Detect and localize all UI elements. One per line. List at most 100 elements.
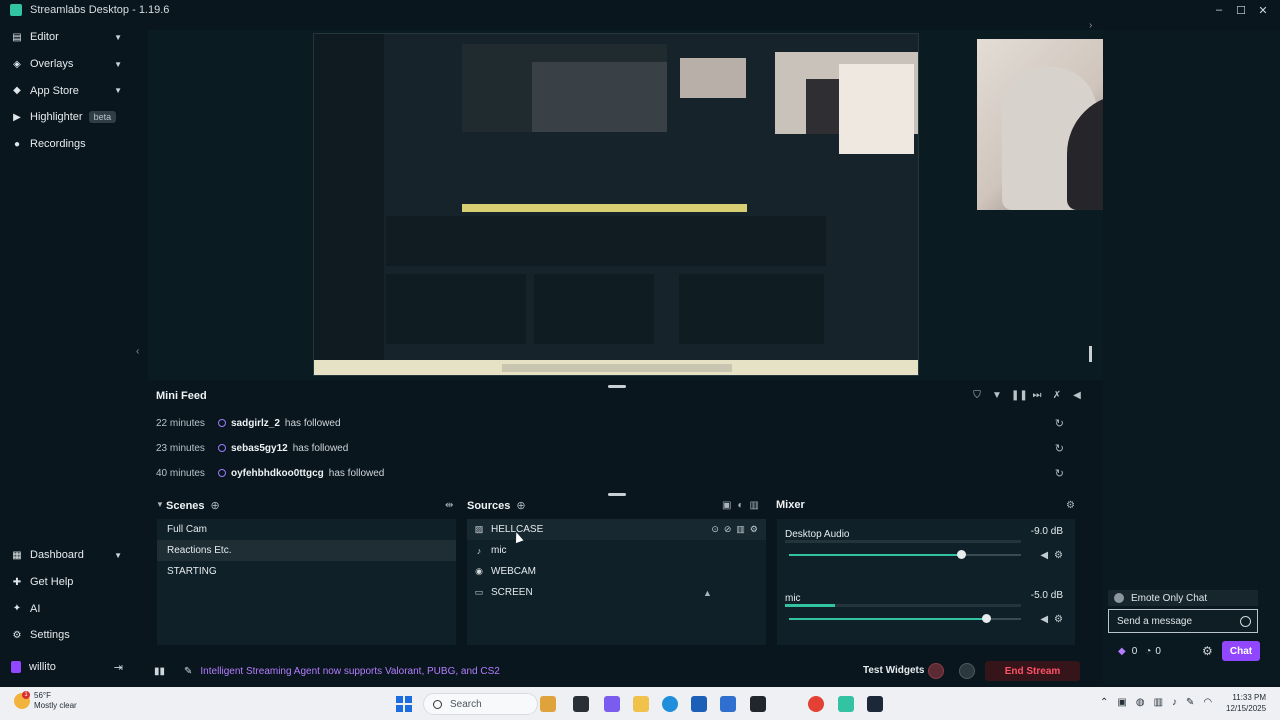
user-account[interactable]: willito ⇥ bbox=[0, 654, 133, 680]
scene-item-active[interactable]: Reactions Etc. bbox=[157, 540, 456, 561]
channel-points-icon[interactable]: ◆ bbox=[1118, 646, 1126, 657]
collapse-scenes-icon[interactable]: ▼ bbox=[156, 500, 164, 509]
pen-icon[interactable]: ✎ bbox=[1186, 697, 1194, 708]
record-button[interactable] bbox=[928, 663, 944, 679]
resize-handle[interactable] bbox=[1089, 346, 1092, 362]
wifi-icon[interactable]: ◠ bbox=[1203, 697, 1212, 708]
close-button[interactable]: ✕ bbox=[1252, 4, 1274, 17]
scene-item[interactable]: STARTING bbox=[157, 561, 456, 582]
chat-settings-icon[interactable]: ⚙ bbox=[1202, 644, 1213, 658]
event-user[interactable]: sebas5gy12 bbox=[231, 443, 288, 454]
add-source-button[interactable]: ⊕ bbox=[516, 500, 525, 512]
lock-icon[interactable]: ▲ bbox=[703, 588, 712, 598]
chevron-down-icon[interactable]: ▼ bbox=[114, 33, 122, 42]
scene-transitions-icon[interactable]: ⇹ bbox=[445, 500, 453, 511]
scene-item[interactable]: Full Cam bbox=[157, 519, 456, 540]
terminal-icon[interactable] bbox=[750, 696, 766, 712]
replay-buffer-button[interactable] bbox=[959, 663, 975, 679]
speaker-icon[interactable]: ◀ bbox=[1040, 550, 1048, 561]
mini-feed-toolbar: ⛉ ▼ ❚❚ ⏭ ✗ ◀ bbox=[971, 390, 1083, 401]
sidebar-item-settings[interactable]: ⚙ Settings bbox=[0, 622, 133, 649]
sidebar-item-highlighter[interactable]: ▶ Highlighter beta bbox=[0, 104, 133, 131]
scenes-list: Full Cam Reactions Etc. STARTING bbox=[157, 519, 456, 645]
store-icon[interactable] bbox=[691, 696, 707, 712]
collapse-sidebar-icon[interactable]: ‹ bbox=[136, 346, 139, 357]
trash-icon[interactable]: ▥ bbox=[736, 524, 745, 535]
eye-hidden-icon[interactable]: ⊘ bbox=[724, 524, 732, 535]
gear-icon[interactable]: ⚙ bbox=[750, 524, 758, 535]
replay-icon[interactable]: ↻ bbox=[1055, 442, 1064, 455]
stats-icon[interactable]: ▮▮ bbox=[154, 666, 166, 677]
announcement-link[interactable]: Intelligent Streaming Agent now supports… bbox=[200, 666, 499, 677]
speaker-icon[interactable]: ◀ bbox=[1040, 614, 1048, 625]
volume-slider[interactable] bbox=[789, 550, 1021, 559]
windows-start-icon[interactable] bbox=[396, 696, 412, 712]
chat-send-button[interactable]: Chat bbox=[1222, 641, 1260, 661]
source-item[interactable]: ▨ HELLCASE ⊙ ⊘ ▥ ⚙ bbox=[467, 519, 766, 540]
folder-icon[interactable]: ▥ bbox=[750, 500, 759, 511]
tray-app-icon[interactable]: ▥ bbox=[1154, 697, 1163, 708]
sidebar-item-overlays[interactable]: ◈ Overlays ▼ bbox=[0, 51, 133, 78]
event-user[interactable]: sadgirlz_2 bbox=[231, 418, 280, 429]
logout-icon[interactable]: ⇥ bbox=[114, 661, 123, 674]
emoji-icon[interactable] bbox=[1240, 615, 1251, 627]
task-view-icon[interactable] bbox=[573, 696, 589, 712]
add-scene-button[interactable]: ⊕ bbox=[211, 500, 220, 512]
tray-app-icon[interactable]: ▣ bbox=[1117, 697, 1126, 708]
edge-icon[interactable] bbox=[662, 696, 678, 712]
volume-slider-knob[interactable] bbox=[956, 550, 966, 559]
chrome-icon[interactable] bbox=[808, 696, 824, 712]
minimize-button[interactable]: – bbox=[1208, 4, 1230, 16]
pause-icon[interactable]: ❚❚ bbox=[1011, 390, 1028, 401]
sidebar-item-recordings[interactable]: ● Recordings bbox=[0, 131, 133, 158]
volume-icon[interactable]: ◀ bbox=[1071, 390, 1083, 401]
chevron-down-icon[interactable]: ▼ bbox=[114, 86, 122, 95]
volume-slider[interactable] bbox=[789, 614, 1021, 623]
app-icon[interactable] bbox=[540, 696, 556, 712]
mute-feed-icon[interactable]: ✗ bbox=[1051, 390, 1063, 401]
chat-input[interactable]: Send a message bbox=[1108, 609, 1258, 633]
drag-handle[interactable] bbox=[608, 493, 626, 496]
bits-icon[interactable]: ◔ bbox=[1145, 646, 1151, 657]
tray-app-icon[interactable]: ◍ bbox=[1136, 697, 1145, 708]
replay-icon[interactable]: ↻ bbox=[1055, 467, 1064, 480]
chevron-down-icon[interactable]: ▼ bbox=[114, 60, 122, 69]
file-explorer-icon[interactable] bbox=[633, 696, 649, 712]
group-icon[interactable]: ▣ bbox=[722, 500, 731, 511]
visibility-toggle-icon[interactable]: ◐ bbox=[737, 500, 743, 511]
sidebar-item-dashboard[interactable]: ▦ Dashboard ▼ bbox=[0, 542, 133, 569]
filter-icon[interactable]: ▼ bbox=[991, 390, 1003, 401]
shield-icon[interactable]: ⛉ bbox=[971, 390, 983, 401]
sidebar-item-editor[interactable]: ▤ Editor ▼ bbox=[0, 24, 133, 51]
skip-icon[interactable]: ⏭ bbox=[1031, 390, 1043, 401]
end-stream-button[interactable]: End Stream bbox=[985, 661, 1080, 681]
gear-icon[interactable]: ⚙ bbox=[1054, 550, 1063, 561]
clock[interactable]: 11:33 PM 12/15/2025 bbox=[1226, 692, 1266, 714]
volume-slider-knob[interactable] bbox=[982, 614, 992, 623]
gear-icon[interactable]: ⚙ bbox=[1054, 614, 1063, 625]
test-widgets-button[interactable]: Test Widgets bbox=[863, 659, 924, 683]
chevron-up-icon[interactable]: ⌃ bbox=[1100, 697, 1108, 708]
lock-icon[interactable]: ⊙ bbox=[711, 524, 719, 535]
sidebar-item-ai[interactable]: ✦ AI bbox=[0, 595, 133, 622]
mixer-settings-icon[interactable]: ⚙ bbox=[1066, 500, 1075, 511]
maximize-button[interactable]: ☐ bbox=[1230, 4, 1252, 17]
microphone-icon[interactable]: ♪ bbox=[1172, 697, 1177, 708]
outlook-icon[interactable] bbox=[720, 696, 736, 712]
event-user[interactable]: oyfehbhdkoo0ttgcg bbox=[231, 468, 324, 479]
replay-icon[interactable]: ↻ bbox=[1055, 417, 1064, 430]
notification-icon[interactable]: ✎ bbox=[184, 666, 192, 677]
expand-chat-icon[interactable]: › bbox=[1089, 20, 1092, 31]
screen-capture-source[interactable] bbox=[313, 33, 919, 376]
sidebar-item-get-help[interactable]: ✚ Get Help bbox=[0, 569, 133, 596]
copilot-icon[interactable] bbox=[604, 696, 620, 712]
weather-widget[interactable]: 1 56°F Mostly clear bbox=[14, 691, 77, 711]
steam-icon[interactable] bbox=[867, 696, 883, 712]
taskbar-search[interactable]: Search bbox=[423, 693, 538, 715]
streamlabs-icon[interactable] bbox=[838, 696, 854, 712]
source-item[interactable]: ◉ WEBCAM bbox=[467, 561, 766, 582]
chevron-down-icon[interactable]: ▼ bbox=[114, 551, 122, 560]
sidebar-item-app-store[interactable]: ◆ App Store ▼ bbox=[0, 77, 133, 104]
source-item[interactable]: ▭ SCREEN ▲ bbox=[467, 582, 766, 603]
source-item[interactable]: ♪ mic bbox=[467, 540, 766, 561]
